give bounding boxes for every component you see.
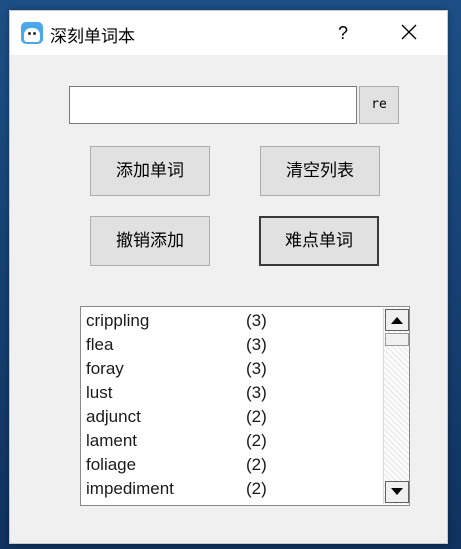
list-item[interactable]: impediment (2) bbox=[86, 477, 381, 501]
list-item-word: adjunct bbox=[86, 407, 141, 426]
list-item[interactable]: lust (3) bbox=[86, 381, 381, 405]
close-button[interactable] bbox=[394, 20, 424, 46]
scroll-down-button[interactable] bbox=[385, 481, 409, 503]
list-item-word: impediment bbox=[86, 479, 174, 498]
list-item-count: (2) bbox=[246, 431, 267, 450]
list-item-word: flea bbox=[86, 335, 114, 354]
list-item-count: (3) bbox=[246, 335, 267, 354]
vertical-scrollbar[interactable] bbox=[383, 308, 409, 504]
clear-list-button[interactable]: 清空列表 bbox=[260, 146, 380, 196]
list-item-count: (2) bbox=[246, 455, 267, 474]
list-item-word: foliage bbox=[86, 455, 137, 474]
scrollbar-thumb[interactable] bbox=[385, 333, 409, 346]
arrow-down-icon bbox=[391, 488, 403, 495]
list-item[interactable]: foliage (2) bbox=[86, 453, 381, 477]
undo-add-button[interactable]: 撤销添加 bbox=[90, 216, 210, 266]
arrow-up-icon bbox=[391, 317, 403, 324]
word-input[interactable] bbox=[69, 86, 357, 124]
main-window: 深刻单词本 ? re 添加单词 清空列表 撤销添加 难点单词 crippling… bbox=[9, 10, 448, 544]
hard-words-button[interactable]: 难点单词 bbox=[259, 216, 379, 266]
list-item-word: lust bbox=[86, 383, 113, 402]
list-item-word: foray bbox=[86, 359, 124, 378]
list-item-count: (3) bbox=[246, 311, 267, 330]
list-item-count: (3) bbox=[246, 383, 267, 402]
word-listbox[interactable]: crippling (3) flea (3) foray (3) lust (3… bbox=[80, 306, 410, 506]
list-item[interactable]: crippling (3) bbox=[86, 309, 381, 333]
list-item[interactable]: flea (3) bbox=[86, 333, 381, 357]
window-title: 深刻单词本 bbox=[50, 27, 135, 47]
notebook-app-icon bbox=[21, 22, 43, 44]
close-icon bbox=[401, 24, 417, 40]
help-button[interactable]: ? bbox=[328, 20, 358, 46]
re-button[interactable]: re bbox=[359, 86, 399, 124]
list-item-count: (2) bbox=[246, 407, 267, 426]
add-word-button[interactable]: 添加单词 bbox=[90, 146, 210, 196]
list-item-count: (2) bbox=[246, 479, 267, 498]
list-item[interactable]: lament (2) bbox=[86, 429, 381, 453]
list-item[interactable]: foray (3) bbox=[86, 357, 381, 381]
list-item-count: (3) bbox=[246, 359, 267, 378]
list-item-word: lament bbox=[86, 431, 138, 450]
list-item[interactable]: adjunct (2) bbox=[86, 405, 381, 429]
list-item-word: crippling bbox=[86, 311, 150, 330]
title-bar: 深刻单词本 ? bbox=[10, 11, 447, 55]
scroll-up-button[interactable] bbox=[385, 309, 409, 331]
